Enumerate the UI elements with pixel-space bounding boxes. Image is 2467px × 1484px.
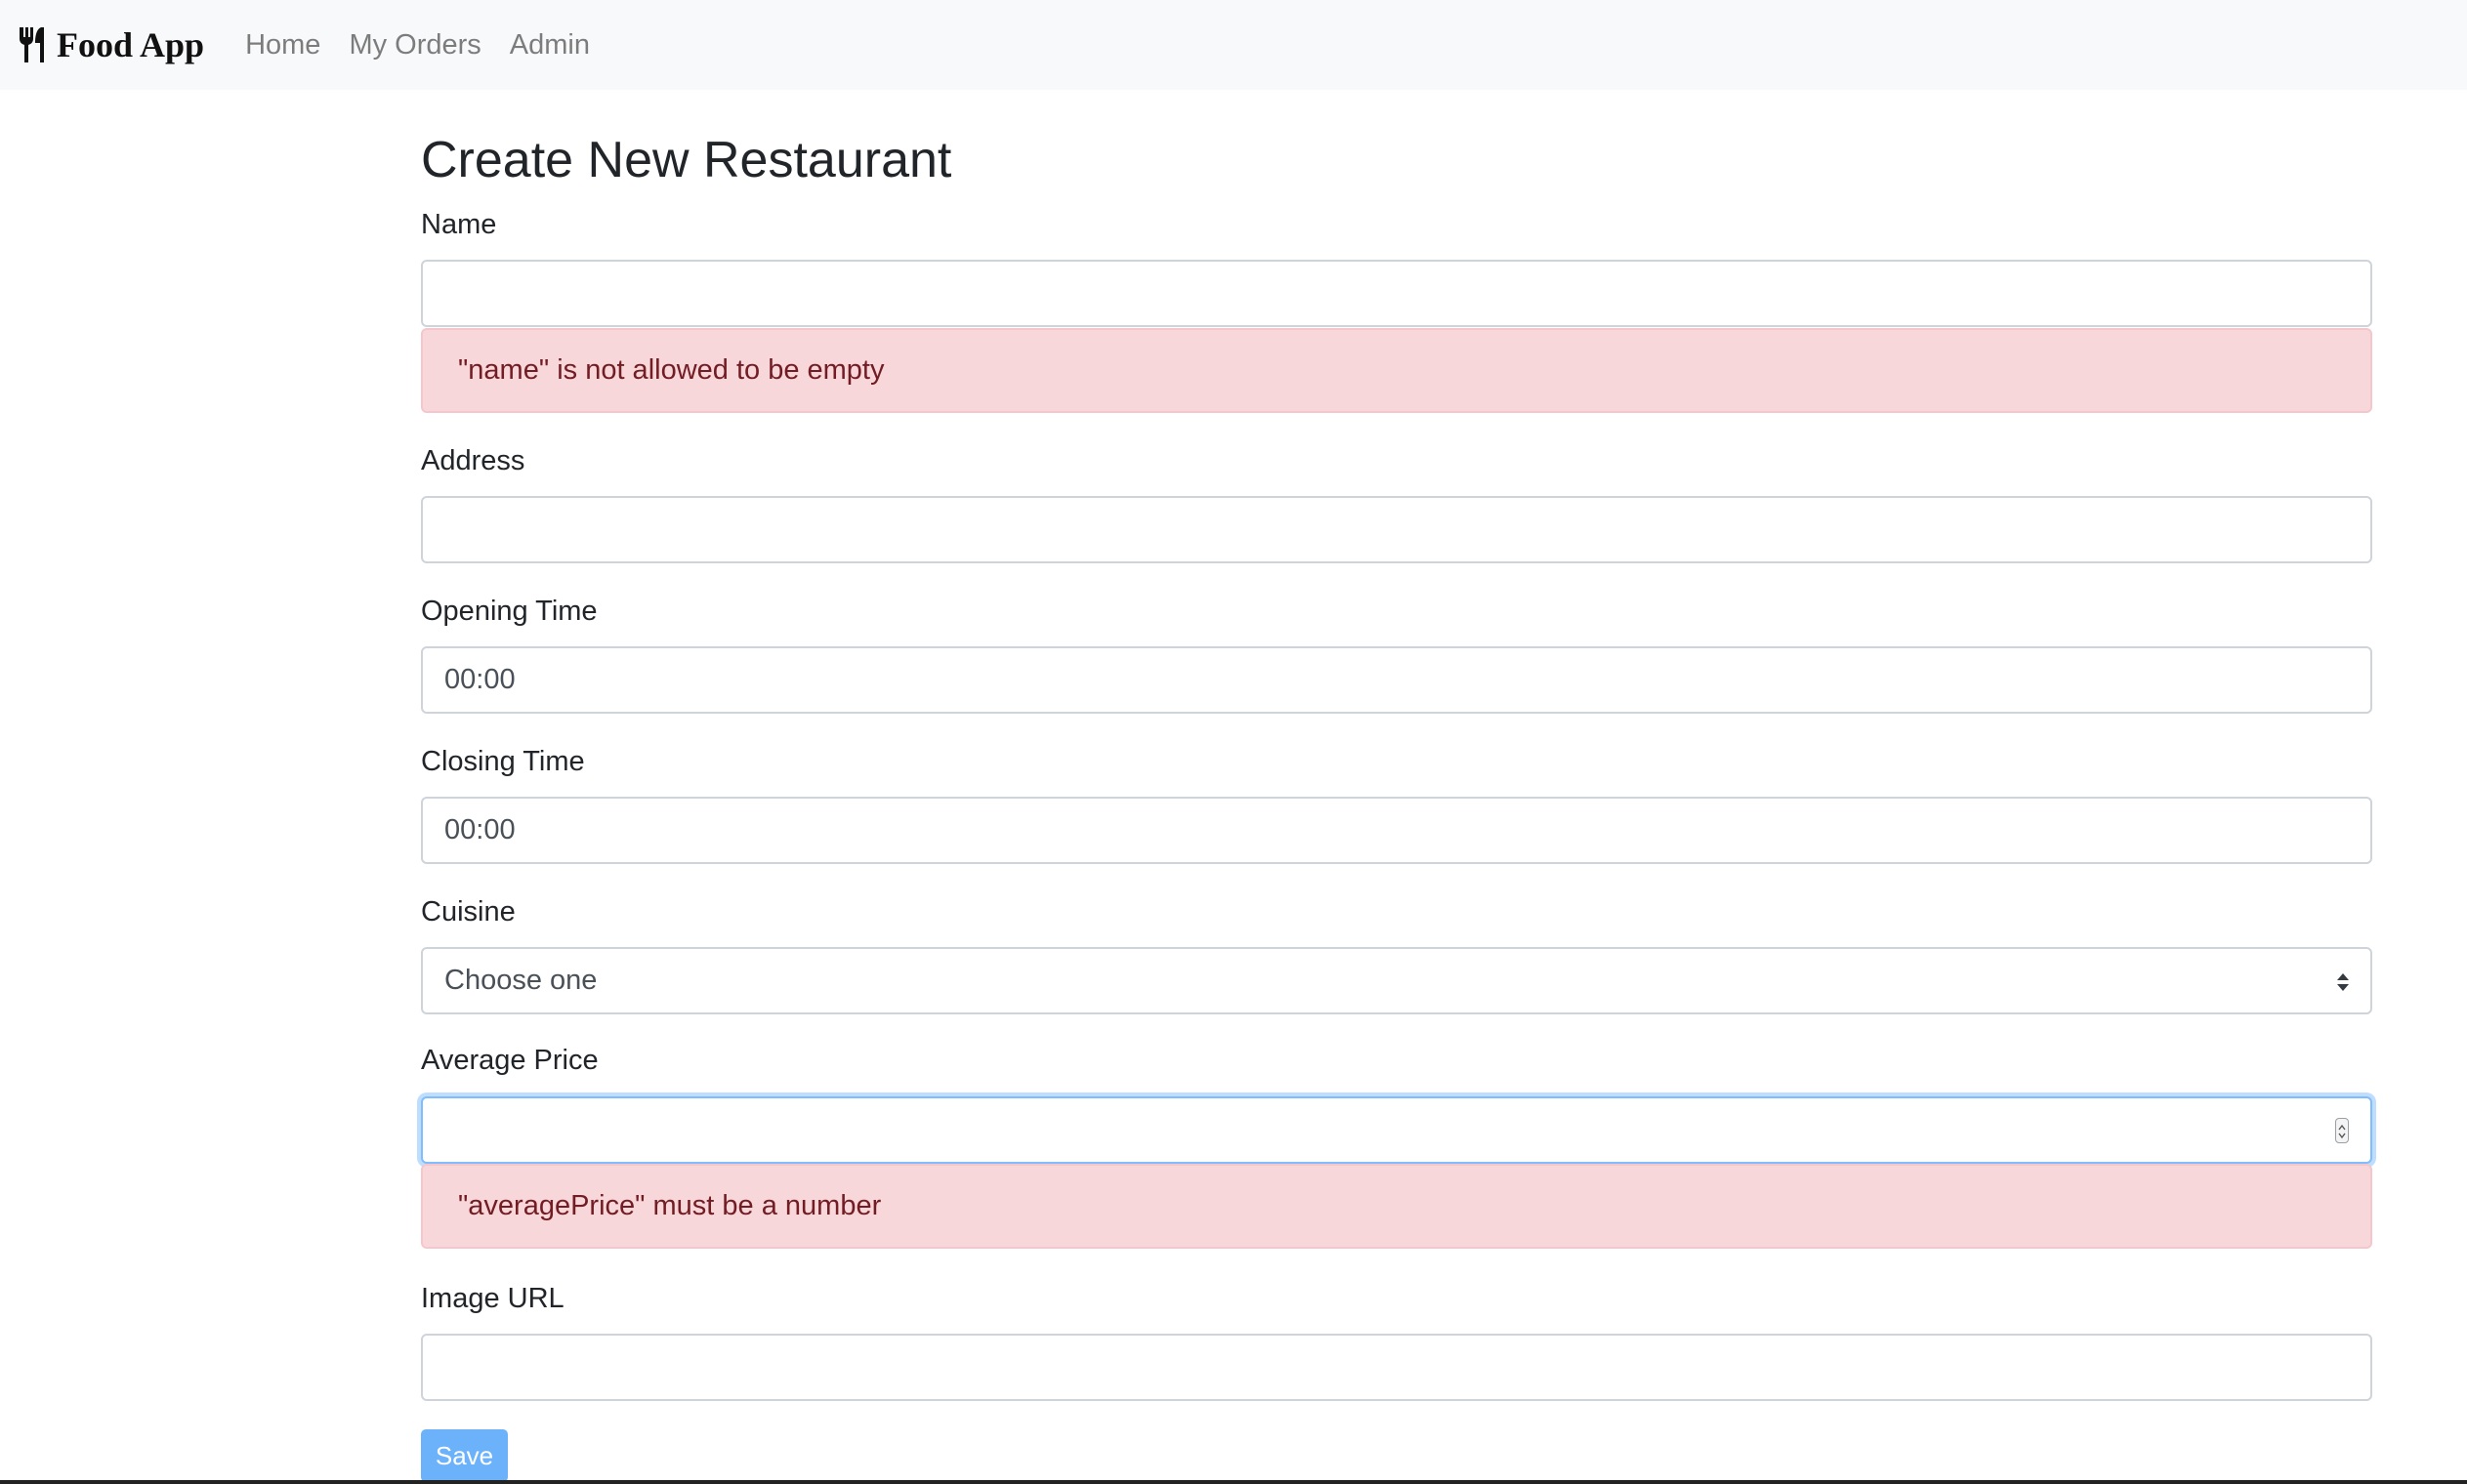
closing-time-label: Closing Time [421,746,585,777]
nav-link-home[interactable]: Home [245,29,320,62]
page-title: Create New Restaurant [421,132,952,188]
window-bottom-edge [0,1480,2467,1484]
average-price-label: Average Price [421,1045,599,1076]
brand[interactable]: Food App [18,0,204,90]
nav-link-admin[interactable]: Admin [510,29,590,62]
name-label: Name [421,209,497,240]
closing-time-input[interactable]: 00:00 [421,797,2372,864]
opening-time-label: Opening Time [421,596,598,627]
average-price-error-alert: "averagePrice" must be a number [421,1164,2372,1249]
image-url-input[interactable] [421,1334,2372,1401]
cuisine-select[interactable]: Choose one [421,947,2372,1014]
name-input[interactable] [421,260,2372,327]
select-arrows-icon [2335,969,2351,993]
brand-text: Food App [57,25,205,64]
fork-knife-icon [18,25,51,64]
opening-time-input[interactable]: 00:00 [421,646,2372,714]
average-price-input[interactable] [421,1096,2372,1164]
cuisine-selected-value: Choose one [444,965,598,996]
save-button[interactable]: Save [421,1429,508,1482]
name-error-alert: "name" is not allowed to be empty [421,328,2372,413]
address-input[interactable] [421,496,2372,563]
nav-links: Home My Orders Admin [245,29,618,62]
address-label: Address [421,445,525,476]
nav-link-my-orders[interactable]: My Orders [349,29,481,62]
cuisine-label: Cuisine [421,896,516,928]
image-url-label: Image URL [421,1283,564,1314]
number-spinner-icon[interactable] [2335,1117,2349,1143]
navbar: Food App Home My Orders Admin [0,0,2467,90]
